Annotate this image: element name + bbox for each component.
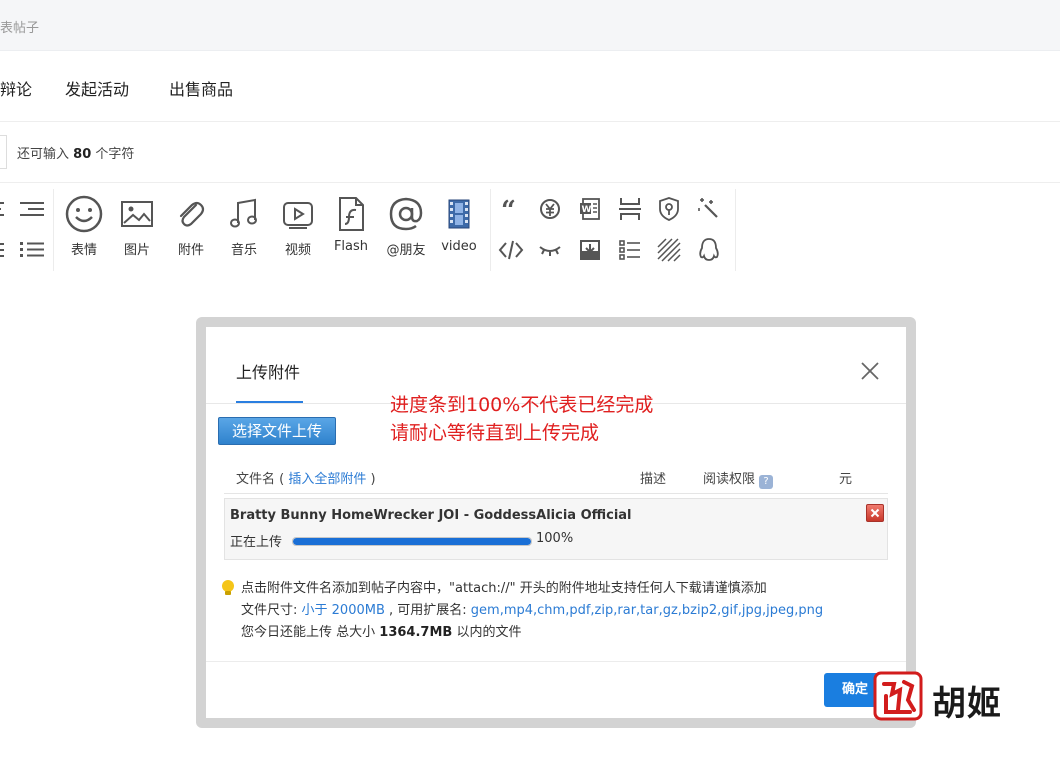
music-button[interactable]: 音乐	[219, 191, 269, 267]
upload-status: 正在上传	[230, 535, 283, 550]
tab-start-activity[interactable]: 发起活动	[65, 76, 129, 100]
select-file-upload-button[interactable]: 选择文件上传	[218, 417, 336, 445]
music-icon	[230, 198, 257, 228]
shield-lock-icon[interactable]	[656, 196, 682, 222]
toolbar-divider	[490, 189, 491, 271]
file-name[interactable]: Bratty Bunny HomeWrecker JOI - GoddessAl…	[230, 508, 632, 523]
smiley-icon	[65, 195, 103, 233]
column-price: 元	[839, 472, 853, 487]
flash-icon	[339, 197, 364, 231]
close-icon	[870, 508, 880, 518]
title-row: 还可输入 80 个字符	[0, 122, 1060, 183]
image-icon	[121, 201, 153, 227]
mention-friend-button[interactable]: @朋友	[381, 191, 431, 267]
quote-icon[interactable]: “	[498, 196, 524, 222]
ordered-list-icon[interactable]	[0, 237, 20, 263]
bullet-list-icon[interactable]	[20, 237, 46, 263]
column-filename: 文件名 ( 插入全部附件 )	[236, 472, 376, 487]
title-input[interactable]	[0, 135, 7, 169]
tab-debate[interactable]: 辩论	[0, 76, 32, 100]
toolbar-divider	[53, 189, 54, 271]
hatch-pattern-icon[interactable]	[656, 237, 682, 263]
list-table-icon[interactable]	[617, 237, 643, 263]
svg-text:“: “	[501, 196, 516, 222]
align-right-icon[interactable]	[20, 197, 46, 223]
watermark: 胡姬	[872, 670, 1012, 726]
word-doc-icon[interactable]: W	[577, 196, 603, 222]
at-sign-icon	[389, 197, 423, 231]
help-icon[interactable]: ?	[759, 475, 774, 489]
video-play-icon	[283, 202, 313, 229]
seal-logo-icon	[873, 671, 923, 721]
close-icon[interactable]	[859, 360, 881, 382]
tip-insert-hint: 点击附件文件名添加到帖子内容中，"attach://" 开头的附件地址支持任何人…	[241, 581, 767, 596]
download-box-icon[interactable]	[577, 237, 603, 263]
align-left-icon[interactable]	[0, 197, 20, 223]
tip-file-size: 文件尺寸: 小于 2000MB , 可用扩展名: gem,mp4,chm,pdf…	[241, 603, 824, 618]
paperclip-icon	[179, 201, 205, 227]
hide-content-icon[interactable]	[537, 237, 563, 263]
upload-notice: 进度条到100%不代表已经完成 请耐心等待直到上传完成	[390, 394, 654, 444]
dialog-title: 上传附件	[236, 363, 301, 382]
char-count-hint: 还可输入 80 个字符	[17, 147, 135, 162]
insert-all-attachments-link[interactable]: 插入全部附件	[288, 472, 366, 487]
column-read-permission: 阅读权限?	[703, 468, 774, 489]
watermark-text: 胡姬	[932, 684, 1002, 724]
char-count-value: 80	[73, 147, 92, 162]
upload-file-row: Bratty Bunny HomeWrecker JOI - GoddessAl…	[224, 498, 888, 560]
tab-sell-goods[interactable]: 出售商品	[169, 76, 233, 100]
qq-penguin-icon[interactable]	[696, 237, 722, 263]
remove-file-button[interactable]	[866, 504, 884, 522]
image-button[interactable]: 图片	[112, 191, 162, 267]
video-embed-button[interactable]: video	[434, 191, 484, 267]
video-button[interactable]: 视频	[273, 191, 323, 267]
upload-progress-bar	[292, 537, 532, 546]
attachment-list-header: 文件名 ( 插入全部附件 ) 描述 阅读权限? 元	[224, 457, 888, 494]
svg-text:W: W	[582, 205, 592, 215]
flash-button[interactable]: Flash	[326, 191, 376, 267]
currency-hide-icon[interactable]	[537, 196, 563, 222]
toolbar-divider	[735, 189, 736, 271]
upload-percent: 100%	[536, 531, 574, 546]
breadcrumb: 表帖子	[0, 21, 40, 36]
progress-fill	[293, 538, 531, 545]
post-type-tabs: 辩论 发起活动 出售商品	[0, 51, 1060, 122]
column-description: 描述	[640, 472, 667, 487]
top-bar: 表帖子	[0, 0, 1060, 51]
magic-wand-icon[interactable]	[696, 196, 722, 222]
code-icon[interactable]	[498, 237, 524, 263]
editor-toolbar: 表情 图片 附件 音乐 视频 Flash @朋友 video “ W	[0, 183, 1060, 273]
attachment-button[interactable]: 附件	[166, 191, 216, 267]
lightbulb-icon	[222, 580, 234, 595]
film-icon	[448, 199, 470, 229]
tip-quota: 您今日还能上传 总大小 1364.7MB 以内的文件	[241, 625, 522, 640]
emoji-button[interactable]: 表情	[59, 191, 109, 267]
dialog-footer-divider	[206, 661, 906, 662]
page-break-icon[interactable]	[617, 196, 643, 222]
upload-attachment-dialog: 上传附件 进度条到100%不代表已经完成 请耐心等待直到上传完成 选择文件上传 …	[206, 327, 906, 718]
